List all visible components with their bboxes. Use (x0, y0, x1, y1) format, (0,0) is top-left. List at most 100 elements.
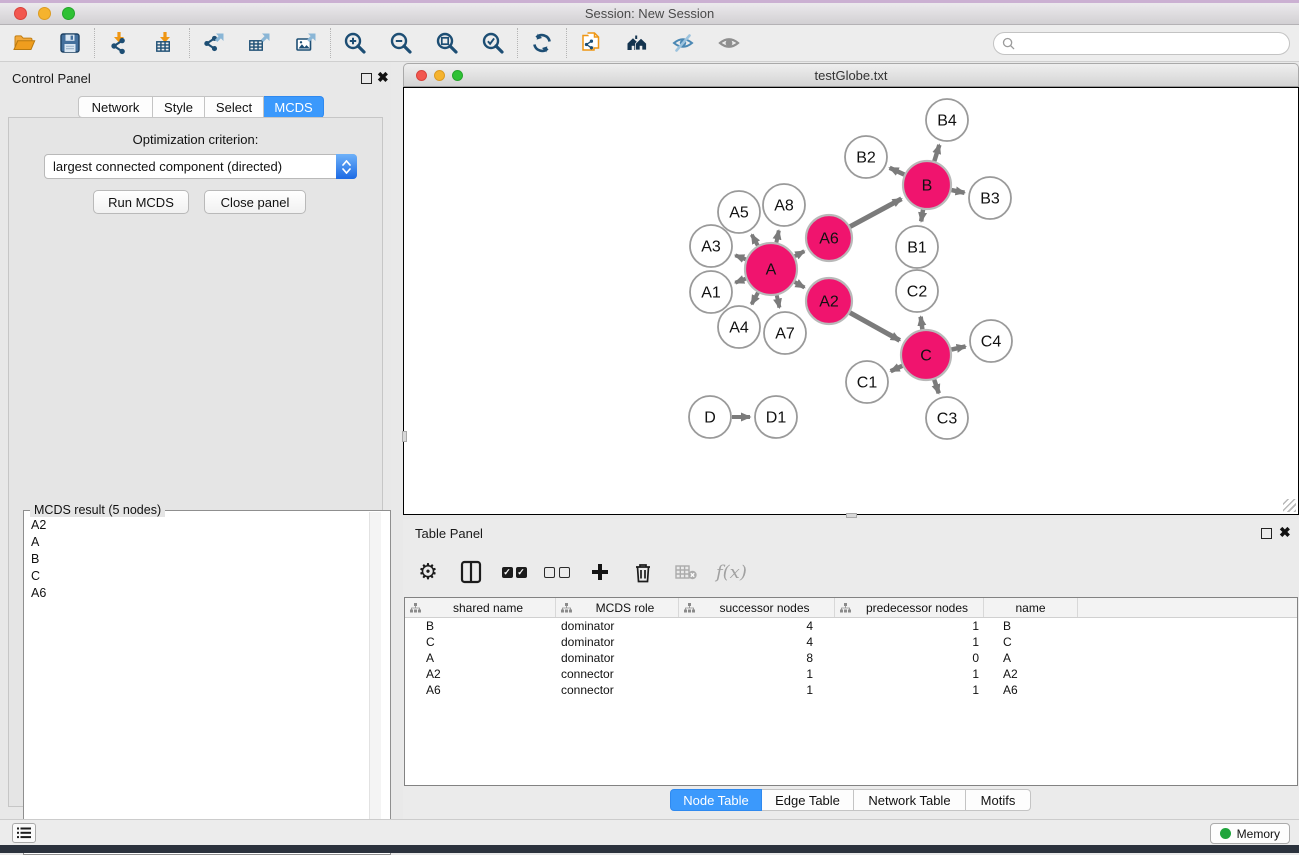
cell: 4 (679, 635, 835, 649)
edge-A6-B[interactable] (850, 199, 901, 227)
close-network-window-button[interactable] (416, 70, 427, 81)
result-item[interactable]: A6 (25, 585, 377, 602)
show-all-button[interactable] (715, 29, 743, 57)
cell: 1 (679, 683, 835, 697)
tab-select[interactable]: Select (205, 96, 264, 118)
mcds-result-list[interactable]: A2ABCA6 (25, 517, 377, 853)
edge-B-B3[interactable] (951, 190, 964, 193)
maximize-window-button[interactable] (62, 7, 75, 20)
column-header-name[interactable]: name (984, 598, 1078, 617)
minimize-network-window-button[interactable] (434, 70, 445, 81)
refresh-network-button[interactable] (528, 29, 556, 57)
edge-A-A1[interactable] (735, 279, 746, 283)
table-row[interactable]: Adominator80A (405, 650, 1297, 666)
export-table-button[interactable] (246, 29, 274, 57)
network-canvas[interactable]: B4B2BB3A5A8A6A3B1AA1C2A2A4A7C4CC1C3DD1 (403, 87, 1299, 515)
zoom-out-button[interactable] (387, 29, 415, 57)
desktop-edge (0, 845, 1299, 853)
result-item[interactable]: C (25, 568, 377, 585)
edge-C-C3[interactable] (934, 380, 939, 394)
app-titlebar[interactable]: Session: New Session (0, 3, 1299, 25)
zoom-fit-button[interactable] (433, 29, 461, 57)
optimization-criterion-select[interactable]: largest connected component (directed) (44, 154, 357, 179)
result-item[interactable]: A2 (25, 517, 377, 534)
import-table-button[interactable] (151, 29, 179, 57)
export-image-button[interactable] (292, 29, 320, 57)
resize-grip-icon[interactable] (1283, 499, 1296, 512)
tab-motifs[interactable]: Motifs (966, 789, 1031, 811)
save-session-button[interactable] (56, 29, 84, 57)
edge-B-B4[interactable] (934, 145, 939, 161)
search-input[interactable] (1020, 37, 1281, 51)
edge-A2-C[interactable] (850, 313, 900, 341)
edge-A-A4[interactable] (752, 293, 758, 305)
close-table-panel-icon[interactable]: ✖ (1279, 527, 1291, 538)
result-scrollbar[interactable] (369, 512, 381, 853)
edge-A-A8[interactable] (776, 230, 778, 242)
run-mcds-button[interactable]: Run MCDS (93, 190, 189, 214)
memory-button[interactable]: Memory (1210, 823, 1290, 844)
zoom-selected-button[interactable] (479, 29, 507, 57)
edge-A-A5[interactable] (752, 235, 758, 246)
table-settings-button[interactable]: ⚙ (415, 557, 441, 587)
maximize-network-window-button[interactable] (452, 70, 463, 81)
task-history-button[interactable] (12, 823, 36, 843)
column-header-predecessor-nodes[interactable]: predecessor nodes (835, 598, 984, 617)
result-item[interactable]: A (25, 534, 377, 551)
result-item[interactable]: B (25, 551, 377, 568)
open-file-icon (12, 31, 36, 55)
add-column-button[interactable] (587, 557, 613, 587)
edge-C-C1[interactable] (891, 366, 903, 371)
tab-mcds[interactable]: MCDS (264, 96, 324, 118)
import-network-button[interactable] (105, 29, 133, 57)
zoom-in-button[interactable] (341, 29, 369, 57)
node-label-A7: A7 (775, 326, 795, 343)
tab-network[interactable]: Network (78, 96, 153, 118)
edge-C-C4[interactable] (951, 346, 965, 349)
export-network-button[interactable] (200, 29, 228, 57)
network-graph[interactable]: B4B2BB3A5A8A6A3B1AA1C2A2A4A7C4CC1C3DD1 (404, 88, 1298, 514)
close-window-button[interactable] (14, 7, 27, 20)
column-header-shared-name[interactable]: shared name (405, 598, 556, 617)
edge-B-B2[interactable] (890, 168, 905, 175)
minimize-window-button[interactable] (38, 7, 51, 20)
node-label-C: C (920, 348, 932, 365)
new-network-from-selection-button[interactable] (577, 29, 605, 57)
node-table[interactable]: shared name MCDS role successor nodes pr… (404, 597, 1298, 786)
select-all-button[interactable]: ✓✓ (501, 557, 527, 587)
hide-selected-button[interactable] (669, 29, 697, 57)
edge-A-A7[interactable] (777, 295, 780, 307)
tab-style[interactable]: Style (153, 96, 205, 118)
table-row[interactable]: A6connector11A6 (405, 682, 1297, 698)
houses-button[interactable] (623, 29, 651, 57)
frame-grip-bottom[interactable] (846, 513, 857, 518)
close-panel-icon[interactable]: ✖ (377, 72, 389, 83)
edge-B-B1[interactable] (921, 210, 923, 222)
tab-network-table[interactable]: Network Table (854, 789, 966, 811)
edge-C-C2[interactable] (921, 317, 923, 330)
close-panel-button[interactable]: Close panel (204, 190, 306, 214)
edge-A-A3[interactable] (735, 255, 746, 259)
float-panel-icon[interactable] (361, 73, 372, 84)
table-row[interactable]: Bdominator41B (405, 618, 1297, 634)
deselect-all-button[interactable] (544, 557, 570, 587)
frame-grip-left[interactable] (402, 431, 407, 442)
float-table-panel-icon[interactable] (1261, 528, 1272, 539)
edge-A-A6[interactable] (795, 251, 804, 256)
main-toolbar (0, 25, 1299, 62)
table-row[interactable]: A2connector11A2 (405, 666, 1297, 682)
tab-node-table[interactable]: Node Table (670, 789, 762, 811)
network-window-titlebar[interactable]: testGlobe.txt (403, 63, 1299, 87)
tab-edge-table[interactable]: Edge Table (762, 789, 854, 811)
open-file-button[interactable] (10, 29, 38, 57)
split-panel-button[interactable] (458, 557, 484, 587)
delete-columns-button[interactable] (630, 557, 656, 587)
table-row[interactable]: Cdominator41C (405, 634, 1297, 650)
list-icon (17, 827, 31, 839)
search-box[interactable] (993, 32, 1290, 55)
cell: connector (556, 683, 679, 697)
control-panel: Control Panel ✖ NetworkStyleSelectMCDS O… (0, 62, 391, 819)
edge-A-A2[interactable] (795, 282, 805, 287)
column-header-successor-nodes[interactable]: successor nodes (679, 598, 835, 617)
column-header-MCDS-role[interactable]: MCDS role (556, 598, 679, 617)
